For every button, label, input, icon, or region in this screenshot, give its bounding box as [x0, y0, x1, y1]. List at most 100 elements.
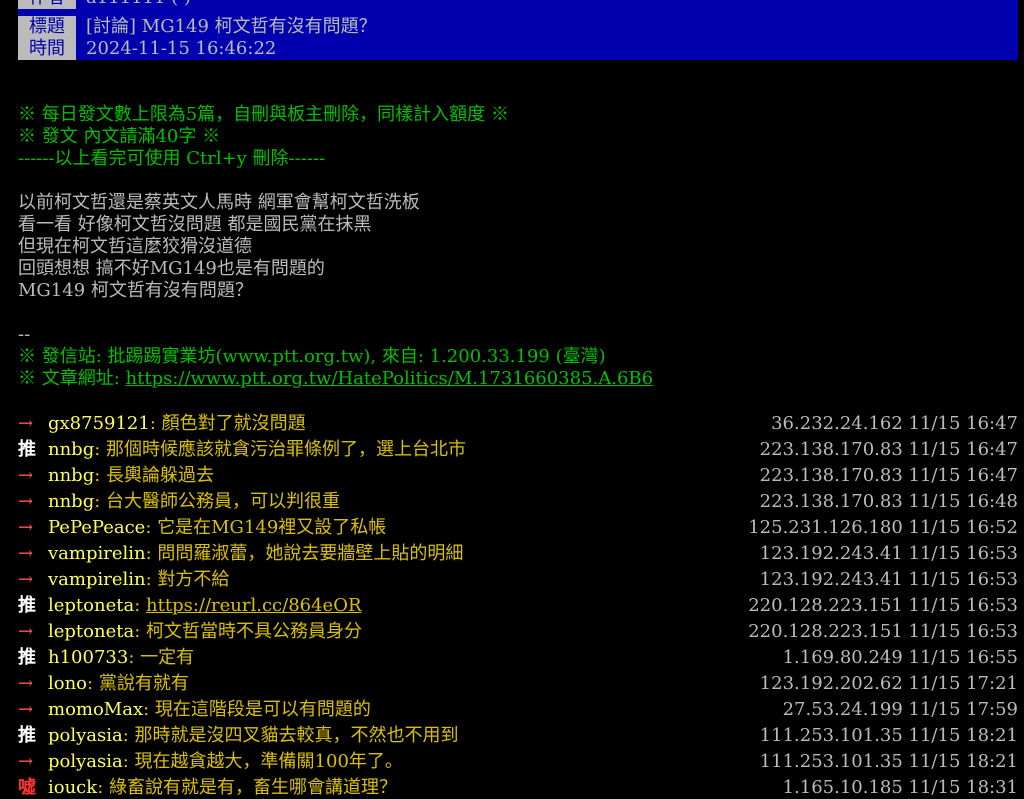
push-row: → PePePeace: 它是在MG149裡又設了私帳 125.231.126.18…	[18, 517, 1018, 539]
push-user: polyasia	[48, 751, 123, 772]
push-content-text: : 黨說有就有	[87, 673, 189, 694]
title-tag: 標題	[18, 16, 76, 38]
push-row: → lono: 黨說有就有 123.192.202.62 11/15 17:21	[18, 673, 1018, 695]
header-time-row: 時間 2024-11-15 16:46:22	[18, 38, 1018, 60]
push-content-text: :	[134, 595, 147, 616]
push-content: : 長輿論躲過去	[94, 465, 214, 486]
push-tag: 推	[18, 595, 36, 616]
push-user: lono	[48, 673, 88, 694]
push-content: : 對方不給	[146, 569, 230, 590]
push-tag: →	[18, 673, 34, 694]
push-ip-time: 223.138.170.83 11/15 16:47	[759, 439, 1018, 460]
push-row: → vampirelin: 對方不給 123.192.243.41 11/15 16…	[18, 569, 1018, 591]
push-content: : 一定有	[128, 647, 194, 668]
push-content: : 黨說有就有	[87, 673, 189, 694]
push-content-text: : 綠畜說有就是有，畜生哪會講道理？	[97, 777, 397, 798]
notice-line-2: ※ 發文 內文請滿40字 ※	[18, 126, 221, 147]
push-tag: 推	[18, 725, 36, 746]
author-value: a111111 ( )	[86, 0, 191, 9]
push-ip-time: 220.128.223.151 11/15 16:53	[748, 595, 1018, 616]
push-content: : 顏色對了就沒問題	[150, 413, 306, 434]
push-ip-time: 123.192.243.41 11/15 16:53	[759, 569, 1018, 590]
push-content: : 現在這階段是可以有問題的	[143, 699, 371, 720]
article-time: 2024-11-15 16:46:22	[86, 38, 277, 59]
push-row: 推 h100733: 一定有 1.169.80.249 11/15 16:55	[18, 647, 1018, 669]
push-user: nnbg	[48, 439, 95, 460]
push-content: : https://reurl.cc/864eOR	[134, 595, 361, 616]
push-ip-time: 220.128.223.151 11/15 16:53	[748, 621, 1018, 642]
push-link[interactable]: https://reurl.cc/864eOR	[146, 595, 362, 616]
push-user: leptoneta	[48, 621, 135, 642]
push-user: iouck	[48, 777, 98, 798]
push-ip-time: 27.53.24.199 11/15 17:59	[782, 699, 1018, 720]
push-content-text: : 現在這階段是可以有問題的	[143, 699, 371, 720]
push-content-text: : 那個時候應該就貪污治罪條例了，選上台北市	[94, 439, 467, 460]
push-tag: →	[18, 543, 34, 564]
push-ip-time: 36.232.24.162 11/15 16:47	[771, 413, 1018, 434]
push-tag: →	[18, 465, 34, 486]
push-user: polyasia	[48, 725, 123, 746]
signature-url-line: ※ 文章網址: https://www.ptt.org.tw/HatePolit…	[18, 368, 653, 390]
push-tag: 推	[18, 647, 36, 668]
push-content-text: : 台大醫師公務員，可以判很重	[94, 491, 341, 512]
push-ip-time: 123.192.243.41 11/15 16:53	[759, 543, 1018, 564]
push-user: PePePeace	[48, 517, 146, 538]
push-row: → nnbg: 長輿論躲過去 223.138.170.83 11/15 16:47	[18, 465, 1018, 487]
push-user: gx8759121	[48, 413, 150, 434]
header-title-row: 標題 [討論] MG149 柯文哲有沒有問題？	[18, 16, 1018, 38]
push-ip-time: 111.253.101.35 11/15 18:21	[759, 725, 1018, 746]
push-user: momoMax	[48, 699, 144, 720]
push-row: → leptoneta: 柯文哲當時不具公務員身分 220.128.223.151 …	[18, 621, 1018, 643]
push-row: → momoMax: 現在這階段是可以有問題的 27.53.24.199 11/15…	[18, 699, 1018, 721]
push-row: → gx8759121: 顏色對了就沒問題 36.232.24.162 11/15 …	[18, 413, 1018, 435]
push-content: : 問問羅淑蕾，她說去要牆壁上貼的明細	[146, 543, 464, 564]
body-line-5: MG149 柯文哲有沒有問題？	[18, 280, 253, 301]
push-tag: →	[18, 413, 34, 434]
push-user: nnbg	[48, 491, 95, 512]
body-line-4: 回頭想想 搞不好MG149也是有問題的	[18, 258, 325, 279]
signature-source: ※ 發信站: 批踢踢實業坊(www.ptt.org.tw), 來自: 1.200…	[18, 346, 606, 367]
notice-line-1: ※ 每日發文數上限為5篇，自刪與板主刪除，同樣計入額度 ※	[18, 104, 509, 125]
push-tag: →	[18, 751, 34, 772]
push-content-text: : 問問羅淑蕾，她說去要牆壁上貼的明細	[145, 543, 464, 564]
push-content-text: : 那時就是沒四叉貓去較真，不然也不用到	[122, 725, 459, 746]
push-user: nnbg	[48, 465, 95, 486]
signature-separator: --	[18, 324, 31, 345]
push-tag: →	[18, 491, 34, 512]
push-ip-time: 1.165.10.185 11/15 18:31	[782, 777, 1018, 798]
push-tag: 噓	[18, 777, 36, 798]
article-url-link[interactable]: https://www.ptt.org.tw/HatePolitics/M.17…	[126, 368, 654, 389]
push-content-text: : 長輿論躲過去	[94, 465, 215, 486]
author-tag: 作者	[18, 0, 76, 9]
push-ip-time: 123.192.202.62 11/15 17:21	[759, 673, 1018, 694]
push-user: vampirelin	[48, 543, 146, 564]
push-row: → vampirelin: 問問羅淑蕾，她說去要牆壁上貼的明細 123.192.24…	[18, 543, 1018, 565]
article-header: 作者 a111111 ( ) 標題 [討論] MG149 柯文哲有沒有問題？ 時…	[18, 0, 1018, 60]
push-row: 推 polyasia: 那時就是沒四叉貓去較真，不然也不用到 111.253.101…	[18, 725, 1018, 747]
push-content-text: : 它是在MG149裡又設了私帳	[145, 517, 387, 538]
notice-line-3: ------以上看完可使用 Ctrl+y 刪除------	[18, 148, 326, 169]
push-content-text: : 顏色對了就沒問題	[149, 413, 306, 434]
push-tag: →	[18, 517, 34, 538]
push-content-text: : 一定有	[128, 647, 195, 668]
push-ip-time: 223.138.170.83 11/15 16:47	[759, 465, 1018, 486]
push-content: : 柯文哲當時不具公務員身分	[134, 621, 362, 642]
push-tag: →	[18, 699, 34, 720]
push-ip-time: 125.231.126.180 11/15 16:52	[748, 517, 1018, 538]
push-user: vampirelin	[48, 569, 146, 590]
push-row: → nnbg: 台大醫師公務員，可以判很重 223.138.170.83 11/15…	[18, 491, 1018, 513]
push-row: 噓 iouck: 綠畜說有就是有，畜生哪會講道理？ 1.165.10.185 11/…	[18, 777, 1018, 799]
push-content: : 現在越貪越大，準備關100年了。	[123, 751, 403, 772]
push-content-text: : 對方不給	[145, 569, 230, 590]
body-line-3: 但現在柯文哲這麼狡猾沒道德	[18, 236, 252, 257]
push-user: h100733	[48, 647, 129, 668]
push-content: : 它是在MG149裡又設了私帳	[145, 517, 386, 538]
time-tag: 時間	[18, 38, 76, 60]
push-ip-time: 111.253.101.35 11/15 18:21	[759, 751, 1018, 772]
push-content: : 台大醫師公務員，可以判很重	[94, 491, 340, 512]
push-content: : 那時就是沒四叉貓去較真，不然也不用到	[123, 725, 459, 746]
push-tag: →	[18, 569, 34, 590]
push-content-text: : 柯文哲當時不具公務員身分	[134, 621, 363, 642]
push-row: 推 nnbg: 那個時候應該就貪污治罪條例了，選上台北市 223.138.170.8…	[18, 439, 1018, 461]
push-tag: 推	[18, 439, 36, 460]
